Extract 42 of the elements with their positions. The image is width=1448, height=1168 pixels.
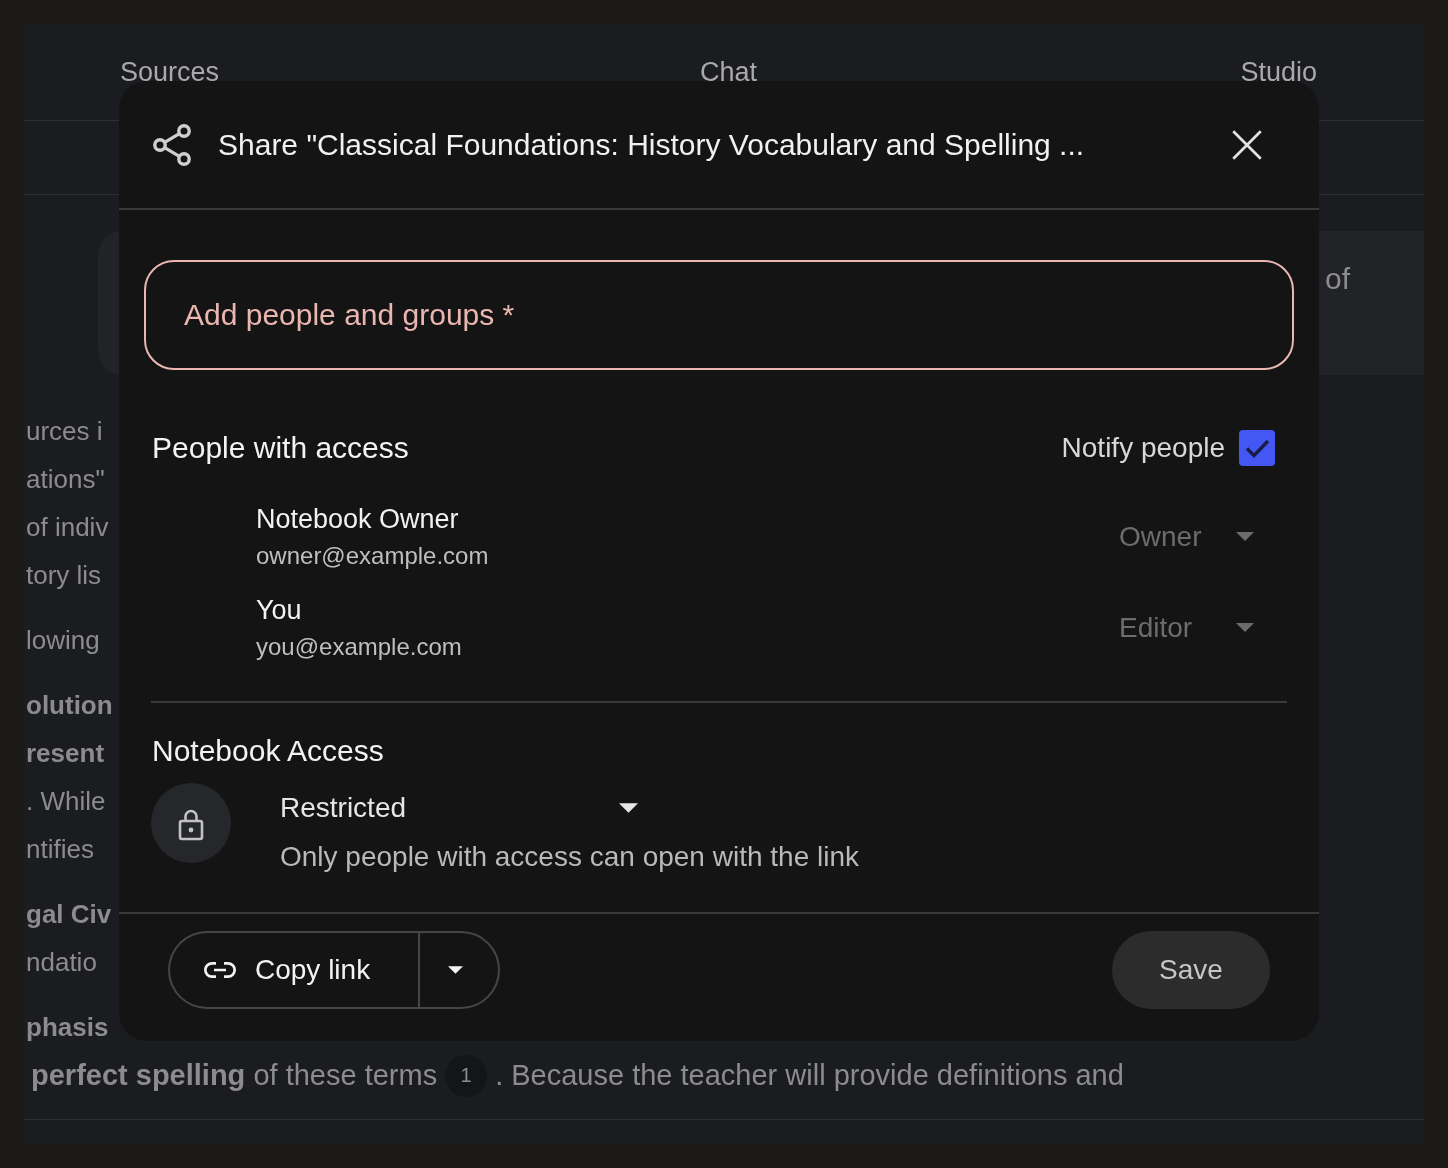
caret-icon <box>447 966 463 974</box>
access-description: Only people with access can open with the link <box>280 840 859 874</box>
text-fragment: tory lis <box>26 559 102 592</box>
text-fragment: ations" <box>26 463 105 496</box>
text-fragment: phasis <box>26 1011 109 1044</box>
text-fragment: ntifies <box>26 833 94 866</box>
paragraph-text: . Because the teacher will provide definitions and <box>495 1059 1124 1092</box>
text-fragment: lowing <box>26 624 100 657</box>
notify-label: Notify people <box>1061 432 1225 464</box>
card-text: of <box>1324 261 1350 297</box>
text-fragment: ndatio <box>26 946 97 979</box>
person-name: You <box>256 594 302 626</box>
tab[interactable]: Sources <box>120 56 220 88</box>
text-fragment: gal Civ <box>26 898 112 931</box>
text-fragment: resent <box>26 737 105 770</box>
text-fragment: of indiv <box>26 511 109 544</box>
person-email: you@example.com <box>256 633 462 661</box>
paragraph-text: perfect spelling of these terms <box>31 1059 438 1092</box>
text-fragment: urces i <box>26 415 103 448</box>
text-fragment: olution <box>26 689 113 722</box>
close-button[interactable] <box>1232 129 1262 160</box>
tab[interactable]: Chat <box>699 56 757 88</box>
person-name: Notebook Owner <box>256 503 459 535</box>
add-people-field[interactable]: Add people and groups * <box>144 260 1294 370</box>
citation-badge[interactable]: 1 <box>445 1054 488 1097</box>
lock-icon <box>151 783 231 863</box>
copy-link-button[interactable]: Copy link <box>168 931 419 1009</box>
section-heading: People with access <box>152 430 409 466</box>
person-email: owner@example.com <box>256 542 489 570</box>
copy-link-menu-button[interactable] <box>418 931 501 1009</box>
access-dropdown[interactable]: Restricted <box>280 791 638 825</box>
link-icon <box>204 962 236 978</box>
caret-icon <box>1236 623 1254 632</box>
caret-icon <box>619 803 638 813</box>
notify-checkbox[interactable] <box>1239 430 1275 466</box>
share-icon <box>153 123 191 166</box>
dialog-title: Share "Classical Foundations: History Vocabulary and Spelling ... <box>218 127 1086 162</box>
text-fragment: . While <box>26 785 106 818</box>
tab[interactable]: Studio <box>1240 56 1317 88</box>
caret-icon <box>1236 532 1254 541</box>
section-heading: Notebook Access <box>152 733 384 769</box>
close-icon <box>1232 129 1262 160</box>
